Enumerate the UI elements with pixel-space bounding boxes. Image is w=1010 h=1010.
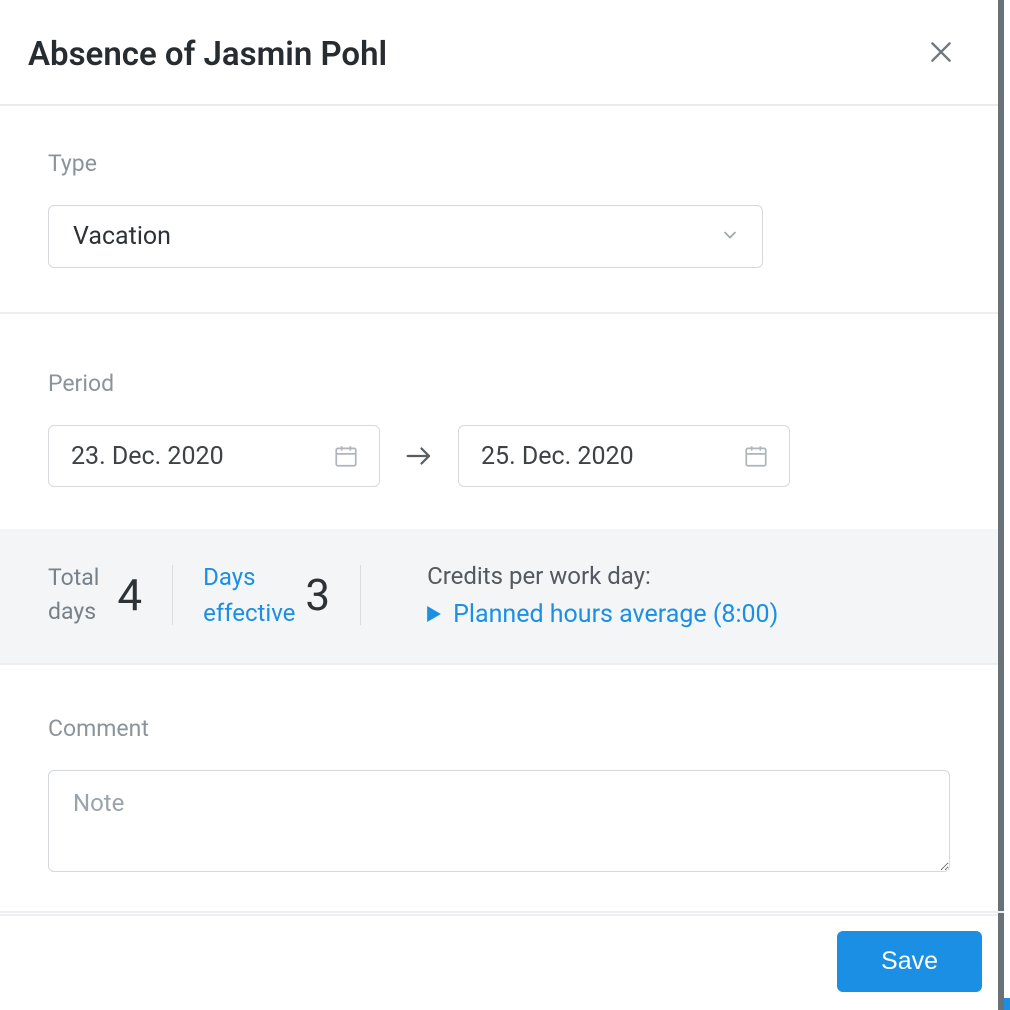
days-effective-label[interactable]: Days effective	[203, 559, 305, 631]
credits-block: Credits per work day: Planned hours aver…	[391, 562, 778, 629]
close-button[interactable]	[924, 34, 958, 74]
total-days-label: Total days	[48, 561, 117, 630]
period-row: 23. Dec. 2020 25. Dec. 2020	[48, 425, 950, 487]
total-days-group: Total days 4	[48, 561, 172, 630]
scrollbar-accent	[1004, 998, 1010, 1010]
comment-textarea[interactable]	[48, 770, 950, 872]
days-effective-value: 3	[305, 569, 330, 621]
type-select[interactable]: Vacation	[48, 205, 763, 268]
absence-dialog: Absence of Jasmin Pohl Type Vacation Per…	[0, 0, 1004, 1010]
end-date-value: 25. Dec. 2020	[481, 442, 634, 471]
divider	[360, 565, 361, 625]
type-selected-value: Vacation	[73, 222, 171, 251]
divider	[172, 565, 173, 625]
play-icon	[427, 606, 441, 622]
stats-bar: Total days 4 Days effective 3 Credits pe…	[0, 529, 998, 663]
comment-label: Comment	[48, 715, 950, 742]
calendar-icon	[333, 443, 359, 469]
start-date-value: 23. Dec. 2020	[71, 442, 224, 471]
credits-label: Credits per work day:	[427, 562, 778, 590]
arrow-right-icon	[404, 441, 434, 471]
comment-section: Comment	[0, 665, 998, 916]
dialog-footer: Save	[0, 911, 1004, 1010]
type-section: Type Vacation	[0, 106, 998, 314]
save-button[interactable]: Save	[837, 931, 982, 992]
credits-link[interactable]: Planned hours average (8:00)	[427, 600, 778, 629]
dialog-title: Absence of Jasmin Pohl	[28, 35, 387, 74]
dialog-header: Absence of Jasmin Pohl	[0, 0, 998, 106]
calendar-icon	[743, 443, 769, 469]
type-label: Type	[48, 150, 950, 177]
period-label: Period	[48, 370, 950, 397]
type-select-wrap: Vacation	[48, 205, 763, 268]
start-date-input[interactable]: 23. Dec. 2020	[48, 425, 380, 487]
credits-link-text: Planned hours average (8:00)	[453, 600, 778, 629]
total-days-value: 4	[117, 569, 142, 621]
close-icon	[928, 39, 954, 65]
period-section: Period 23. Dec. 2020 25. Dec. 2020 Total…	[0, 314, 998, 665]
end-date-input[interactable]: 25. Dec. 2020	[458, 425, 790, 487]
days-effective-group: Days effective 3	[203, 559, 360, 631]
